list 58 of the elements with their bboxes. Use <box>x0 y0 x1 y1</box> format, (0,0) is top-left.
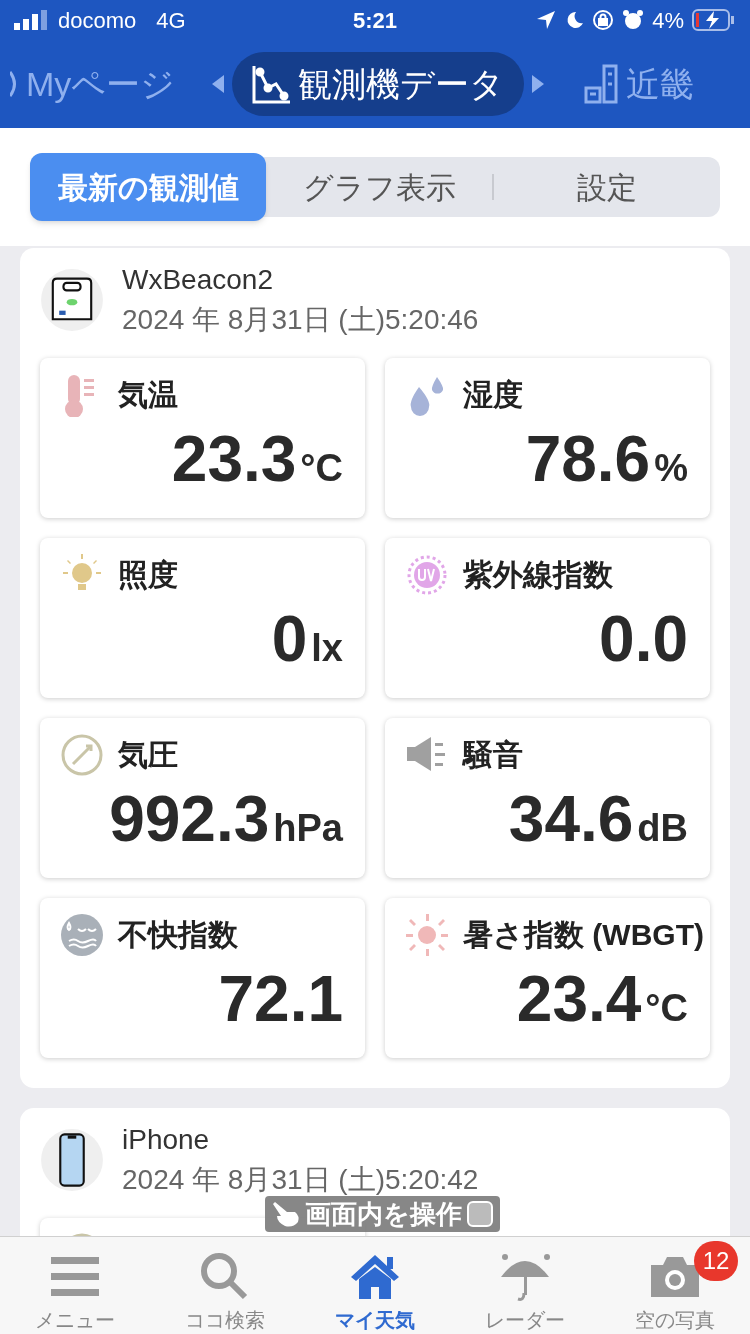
metric-value: 23.4 <box>516 962 642 1037</box>
metric-value: 78.6 <box>525 422 651 497</box>
metric-label: 湿度 <box>463 377 523 413</box>
metric-label: 紫外線指数 <box>463 557 613 593</box>
metric-label: 不快指数 <box>118 917 238 953</box>
battery-icon <box>692 8 736 32</box>
metric-unit: dB <box>637 806 688 851</box>
location-icon <box>536 10 557 30</box>
count-badge: 12 <box>694 1241 738 1281</box>
left-triangle-icon <box>212 75 224 93</box>
metric-value: 0.0 <box>599 602 688 677</box>
metric-unit: °C <box>645 986 688 1031</box>
rotation-lock-icon <box>592 9 615 31</box>
right-triangle-icon <box>532 75 544 93</box>
nav-tab[interactable]: ココ検索 <box>150 1237 300 1334</box>
device-name: iPhone <box>122 1123 211 1157</box>
header-tab[interactable]: Myページ <box>0 52 192 116</box>
metric-label: 気圧 <box>118 737 178 773</box>
segment-tab[interactable]: 最新の観測値 <box>30 153 266 221</box>
device-name: WxBeacon2 <box>122 263 274 297</box>
line-chart-icon <box>252 64 292 104</box>
signal-icon <box>14 10 50 30</box>
battery-percent: 4% <box>652 6 684 35</box>
square-icon <box>466 1200 494 1228</box>
timestamp: 2024 年 8月31日 (土)5:20:46 <box>122 303 479 337</box>
sun-icon <box>405 912 449 957</box>
segment-tab[interactable]: グラフ表示 <box>266 153 492 221</box>
metric-value: 0 <box>271 602 308 677</box>
buildings-icon <box>584 64 620 104</box>
nav-tab[interactable]: レーダー <box>450 1237 600 1334</box>
metric-value: 72.1 <box>218 962 343 1037</box>
header-tab[interactable]: 観測機データ <box>232 52 524 116</box>
nav-tab[interactable]: メニュー <box>0 1237 150 1334</box>
beacon-icon <box>40 268 104 332</box>
metric-value: 34.6 <box>508 782 634 857</box>
metric-label: 暑さ指数 (WBGT) <box>463 917 704 953</box>
gauge-icon <box>60 732 104 777</box>
metric-value: 992.3 <box>109 782 270 857</box>
metric-label: 騒音 <box>463 737 523 773</box>
overlay-label: 画面内を操作 <box>305 1197 462 1231</box>
metric-unit: hPa <box>273 806 343 851</box>
metric-unit: °C <box>300 446 343 491</box>
network-type: 4G <box>156 6 186 35</box>
metric-label: 気温 <box>118 377 178 413</box>
segment-tab[interactable]: 設定 <box>494 153 720 221</box>
carrier-name: docomo <box>58 6 137 35</box>
clock-time: 5:21 <box>351 6 398 35</box>
metric-unit: lx <box>311 626 343 671</box>
nav-tab[interactable]: 空の写真 12 <box>600 1237 750 1334</box>
metric-label: 照度 <box>118 557 178 593</box>
nav-tab[interactable]: マイ天気 <box>300 1237 450 1334</box>
overlay-badge[interactable]: 画面内を操作 <box>265 1196 500 1232</box>
header-tab[interactable]: 近畿 <box>566 52 712 116</box>
metric-unit: % <box>654 446 688 491</box>
timestamp: 2024 年 8月31日 (土)5:20:42 <box>122 1163 479 1197</box>
metric-value: 23.3 <box>171 422 297 497</box>
smartphone-icon <box>40 1128 104 1192</box>
sweat-face-icon <box>60 912 104 957</box>
